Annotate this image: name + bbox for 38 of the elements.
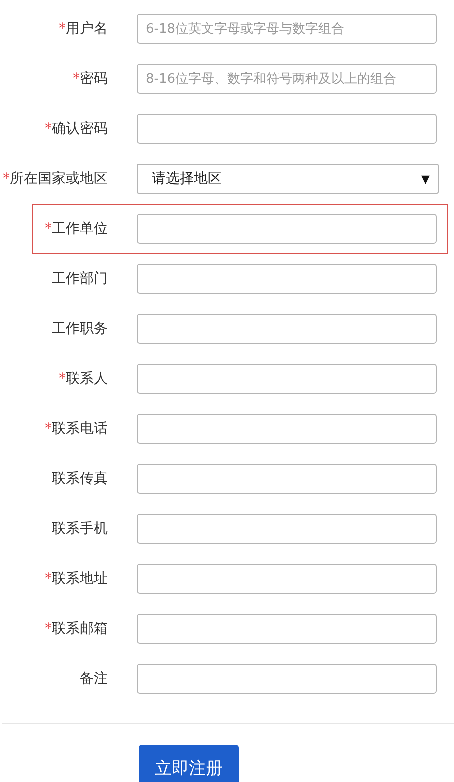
input-field[interactable]: [137, 664, 437, 694]
input-field[interactable]: 6-18位英文字母或字母与数字组合: [137, 14, 437, 44]
input-field[interactable]: [137, 464, 437, 494]
field-label: 用户名: [66, 20, 108, 38]
region-dropdown[interactable]: 请选择地区 ▼: [137, 164, 439, 194]
field-label: 联系传真: [52, 470, 108, 488]
input-field[interactable]: [137, 264, 437, 294]
field-label: 工作部门: [52, 270, 108, 288]
field-label: 备注: [80, 670, 108, 688]
required-asterisk: *: [59, 21, 66, 37]
input-field[interactable]: [137, 514, 437, 544]
field-label: 联系手机: [52, 520, 108, 538]
field-label: 密码: [80, 70, 108, 88]
input-field[interactable]: [137, 414, 437, 444]
required-asterisk: *: [3, 171, 10, 187]
field-label: 联系人: [66, 370, 108, 388]
required-asterisk: *: [59, 371, 66, 387]
input-field[interactable]: 8-16位字母、数字和符号两种及以上的组合: [137, 64, 437, 94]
required-asterisk: *: [45, 121, 52, 137]
field-label: 工作职务: [52, 320, 108, 338]
input-field[interactable]: [137, 564, 437, 594]
input-field[interactable]: [137, 114, 437, 144]
input-field[interactable]: [137, 214, 437, 244]
required-asterisk: *: [45, 571, 52, 587]
required-asterisk: *: [45, 421, 52, 437]
required-asterisk: *: [45, 221, 52, 237]
field-label: 工作单位: [52, 220, 108, 238]
field-label: 确认密码: [52, 120, 108, 138]
input-field[interactable]: [137, 364, 437, 394]
required-asterisk: *: [73, 71, 80, 87]
required-asterisk: *: [45, 621, 52, 637]
input-field[interactable]: [137, 314, 437, 344]
field-label: 联系地址: [52, 570, 108, 588]
field-label: 所在国家或地区: [10, 170, 108, 188]
field-label: 联系电话: [52, 420, 108, 438]
register-button[interactable]: 立即注册: [139, 745, 239, 782]
input-field[interactable]: [137, 614, 437, 644]
field-label: 联系邮箱: [52, 620, 108, 638]
